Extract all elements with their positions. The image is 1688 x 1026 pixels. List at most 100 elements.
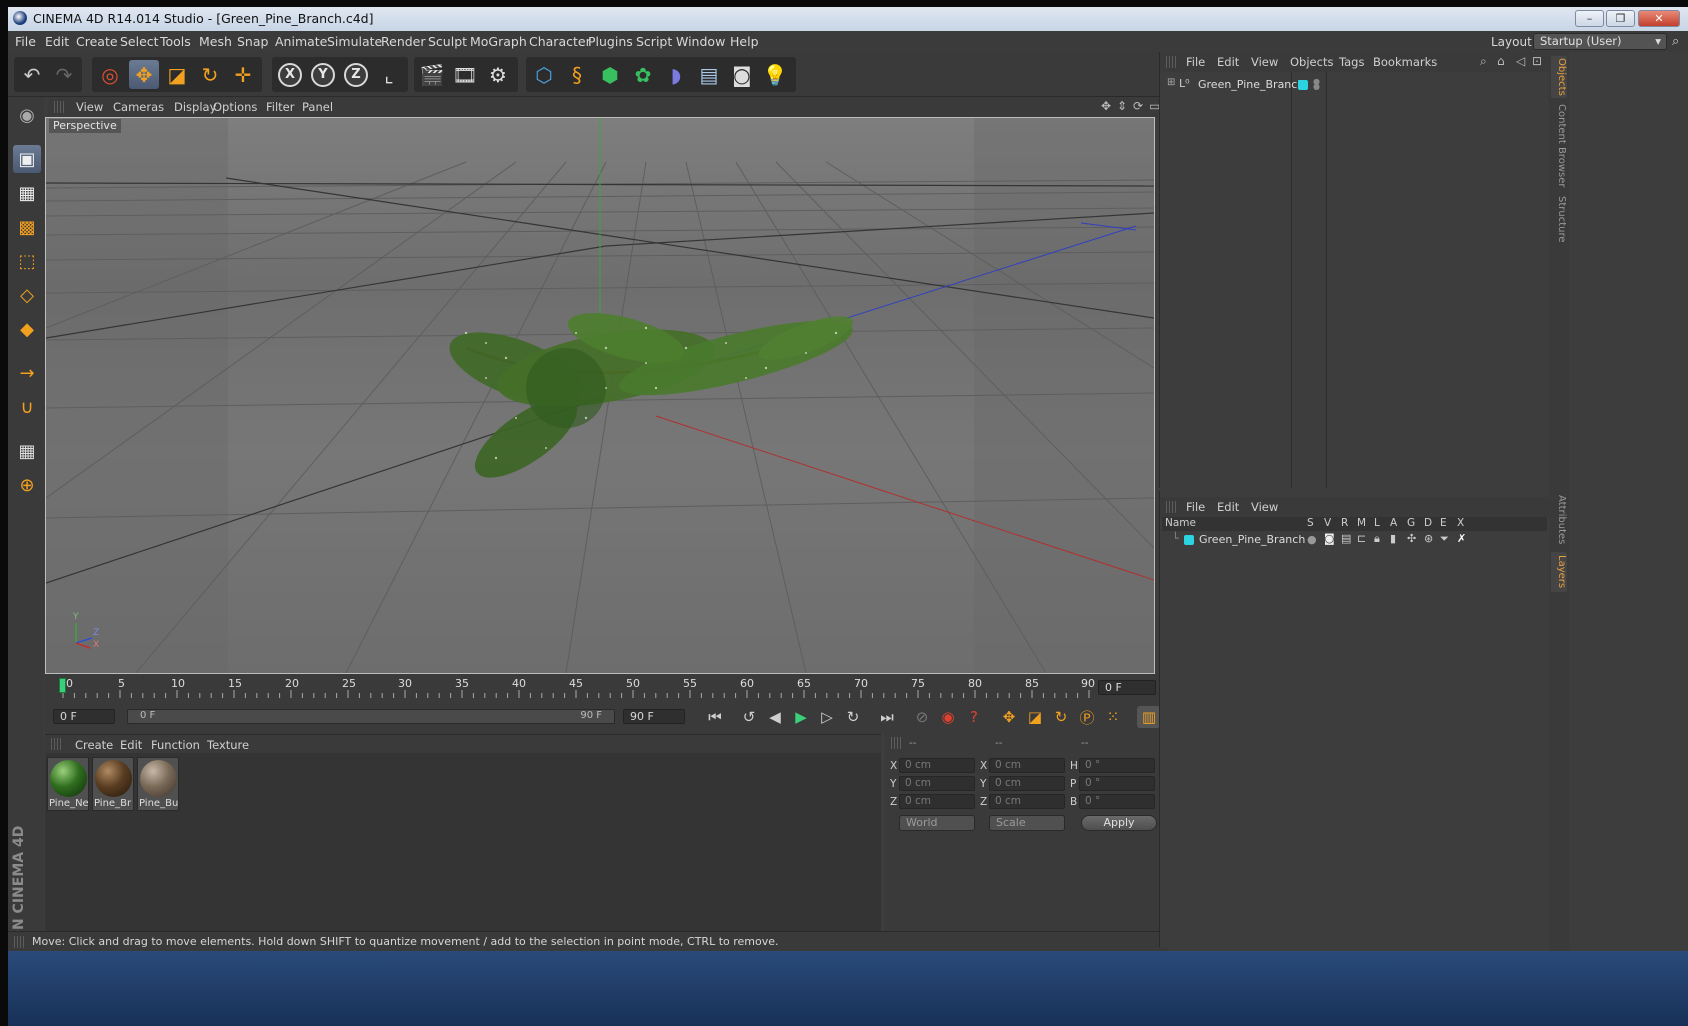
grip-icon[interactable]	[14, 936, 26, 948]
go-to-end-icon[interactable]: ⏭	[875, 706, 899, 728]
camera-icon[interactable]: ◙	[727, 60, 757, 89]
search-icon[interactable]: ⌕	[1480, 54, 1487, 69]
light-icon[interactable]: 💡	[760, 60, 790, 89]
array-icon[interactable]: ✿	[628, 60, 658, 89]
subdivision-surface-icon[interactable]: ⬢	[595, 60, 625, 89]
layer-row[interactable]: └ Green_Pine_Branch ● ◙ ▤ ⊏ 🔒︎ ▮ ✣ ⊛ ⏷ ✗	[1162, 532, 1547, 548]
menu-render[interactable]: Render	[381, 34, 426, 49]
end-frame-field[interactable]: 90 F	[623, 709, 685, 724]
live-selection-icon[interactable]: ◎	[95, 60, 125, 89]
rotation-h-field[interactable]: 0 °	[1079, 758, 1155, 773]
texture-mode-icon[interactable]: ▦	[13, 179, 41, 207]
key-position-icon[interactable]: ✥	[997, 706, 1021, 728]
objects-menu-bookmarks[interactable]: Bookmarks	[1373, 55, 1437, 69]
expand-icon[interactable]: ⊞	[1167, 77, 1175, 88]
render-icon[interactable]: ▤	[1341, 532, 1351, 545]
axis-mode-icon[interactable]: →	[13, 359, 41, 387]
go-to-start-icon[interactable]: ⏮	[703, 706, 727, 728]
render-view-icon[interactable]: 🎬	[417, 60, 447, 89]
frame-range-slider[interactable]: 0 F 90 F	[127, 709, 615, 724]
apply-button[interactable]: Apply	[1081, 815, 1157, 831]
view-eye-icon[interactable]: ◙	[1324, 532, 1335, 545]
rotation-p-field[interactable]: 0 °	[1079, 776, 1155, 791]
maximize-button[interactable]: ❐	[1606, 10, 1635, 27]
position-x-field[interactable]: 0 cm	[899, 758, 975, 773]
grip-icon[interactable]	[1166, 56, 1178, 68]
object-name[interactable]: Green_Pine_Branch	[1198, 78, 1304, 91]
render-settings-icon[interactable]: ⚙	[483, 60, 513, 89]
scale-tool-icon[interactable]: ◪	[162, 60, 192, 89]
material-swatch[interactable]: Pine_Br	[92, 757, 134, 811]
col-deformers[interactable]: D	[1424, 517, 1432, 529]
x-axis-lock-icon[interactable]: X	[275, 60, 305, 89]
workplane-icon[interactable]: ▩	[13, 213, 41, 241]
menu-script[interactable]: Script	[636, 34, 672, 49]
previous-frame-icon[interactable]: ◀	[763, 706, 787, 728]
current-frame-field[interactable]: 0 F	[1098, 680, 1156, 695]
menu-snap[interactable]: Snap	[237, 34, 268, 49]
solo-icon[interactable]: ●	[1307, 533, 1317, 546]
layer-name[interactable]: Green_Pine_Branch	[1199, 533, 1305, 546]
animation-icon[interactable]: ▮	[1390, 532, 1396, 545]
y-axis-lock-icon[interactable]: Y	[308, 60, 338, 89]
objects-menu-tags[interactable]: Tags	[1339, 55, 1364, 69]
next-frame-icon[interactable]: ▷	[815, 706, 839, 728]
tab-objects[interactable]: Objects	[1551, 56, 1567, 98]
menu-file[interactable]: File	[15, 34, 36, 49]
menu-sculpt[interactable]: Sculpt	[428, 34, 467, 49]
layers-menu-file[interactable]: File	[1186, 500, 1205, 514]
playhead[interactable]	[59, 678, 66, 693]
viewport-menu-display[interactable]: Display	[174, 100, 216, 114]
menu-edit[interactable]: Edit	[45, 34, 69, 49]
position-y-field[interactable]: 0 cm	[899, 776, 975, 791]
col-render[interactable]: R	[1341, 517, 1348, 529]
key-parameter-icon[interactable]: Ⓟ	[1075, 706, 1099, 728]
layer-color-swatch[interactable]	[1298, 80, 1308, 90]
objects-menu-edit[interactable]: Edit	[1217, 55, 1239, 69]
grip-icon[interactable]	[51, 738, 63, 750]
back-icon[interactable]: ◁	[1516, 54, 1525, 68]
material-menu-function[interactable]: Function	[151, 738, 200, 752]
home-icon[interactable]: ⌂	[1497, 54, 1505, 68]
xref-icon[interactable]: ✗	[1457, 532, 1466, 545]
next-key-icon[interactable]: ↻	[841, 706, 865, 728]
rotate-tool-icon[interactable]: ↻	[195, 60, 225, 89]
model-mode-icon[interactable]: ▣	[13, 145, 41, 173]
deformer-icon[interactable]: ⊛	[1424, 532, 1433, 545]
col-generators[interactable]: G	[1407, 517, 1415, 529]
menu-tools[interactable]: Tools	[160, 34, 191, 49]
lock-workplane-icon[interactable]: ⊕	[13, 471, 41, 499]
perspective-viewport[interactable]: Perspective Y Z X	[45, 117, 1155, 674]
pan-view-icon[interactable]: ✥	[1101, 99, 1111, 113]
manager-icon[interactable]: ⊏	[1357, 532, 1366, 545]
minimize-button[interactable]: –	[1575, 10, 1604, 27]
menu-character[interactable]: Character	[529, 34, 591, 49]
col-view[interactable]: V	[1324, 517, 1331, 529]
layout-select[interactable]: Startup (User)	[1533, 33, 1667, 50]
position-z-field[interactable]: 0 cm	[899, 794, 975, 809]
viewport-menu-cameras[interactable]: Cameras	[113, 100, 164, 114]
menu-mesh[interactable]: Mesh	[199, 34, 232, 49]
col-xref[interactable]: X	[1457, 517, 1464, 529]
layers-menu-edit[interactable]: Edit	[1217, 500, 1239, 514]
layers-menu-view[interactable]: View	[1251, 500, 1278, 514]
material-menu-edit[interactable]: Edit	[120, 738, 142, 752]
key-scale-icon[interactable]: ◪	[1023, 706, 1047, 728]
size-x-field[interactable]: 0 cm	[989, 758, 1065, 773]
render-picture-viewer-icon[interactable]: 🎞	[450, 60, 480, 89]
tab-attributes[interactable]: Attributes	[1551, 492, 1567, 548]
make-editable-icon[interactable]: ◉	[13, 101, 41, 129]
generator-icon[interactable]: ✣	[1407, 532, 1416, 545]
material-menu-texture[interactable]: Texture	[207, 738, 249, 752]
start-frame-field[interactable]: 0 F	[53, 709, 115, 724]
tab-content-browser[interactable]: Content Browser	[1551, 104, 1567, 188]
key-rotation-icon[interactable]: ↻	[1049, 706, 1073, 728]
objects-menu-file[interactable]: File	[1186, 55, 1205, 69]
objects-menu-objects[interactable]: Objects	[1290, 55, 1333, 69]
polygons-mode-icon[interactable]: ◆	[13, 315, 41, 343]
workplane-grid-icon[interactable]: ▦	[13, 437, 41, 465]
deformer-icon[interactable]: ◗	[661, 60, 691, 89]
transform-mode-select[interactable]: Scale	[989, 815, 1065, 831]
size-z-field[interactable]: 0 cm	[989, 794, 1065, 809]
key-pla-icon[interactable]: ⁙	[1101, 706, 1125, 728]
